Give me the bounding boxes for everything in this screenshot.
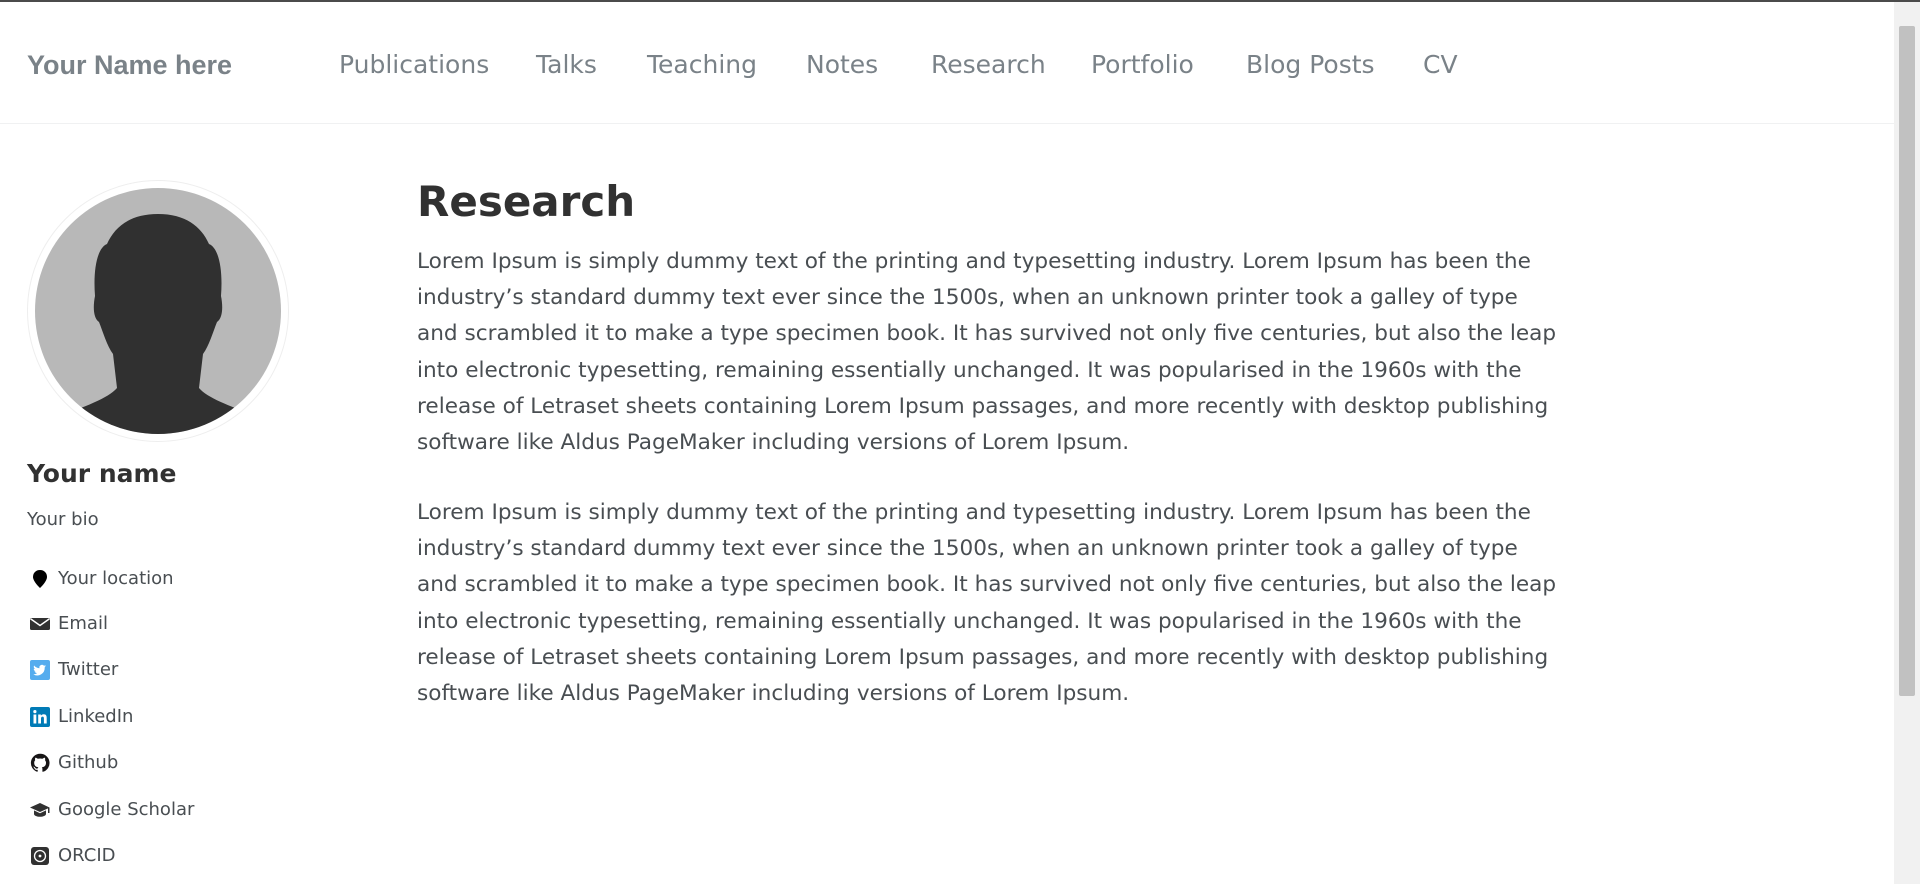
- nav-portfolio[interactable]: Portfolio: [1091, 50, 1194, 79]
- scrollbar-thumb[interactable]: [1899, 26, 1915, 696]
- github-label[interactable]: Github: [58, 750, 118, 776]
- google-scholar-label[interactable]: Google Scholar: [58, 797, 194, 823]
- page-scrollbar[interactable]: [1894, 2, 1920, 884]
- author-name: Your name: [27, 459, 177, 488]
- twitter-icon: [30, 660, 50, 680]
- orcid-icon: [31, 847, 49, 865]
- linkedin-label[interactable]: LinkedIn: [58, 704, 133, 730]
- site-title-link[interactable]: Your Name here: [27, 50, 232, 81]
- email-label[interactable]: Email: [58, 611, 108, 637]
- nav-publications[interactable]: Publications: [339, 50, 489, 79]
- envelope-icon: [30, 618, 50, 630]
- avatar-image: [35, 188, 281, 434]
- nav-blog-posts[interactable]: Blog Posts: [1246, 50, 1375, 79]
- author-bio: Your bio: [27, 509, 99, 530]
- nav-cv[interactable]: CV: [1423, 50, 1458, 79]
- person-silhouette-icon: [35, 214, 281, 434]
- linkedin-icon: [30, 707, 50, 727]
- orcid-label[interactable]: ORCID: [58, 843, 116, 869]
- nav-notes[interactable]: Notes: [806, 50, 878, 79]
- nav-research[interactable]: Research: [931, 50, 1046, 79]
- graduation-cap-icon: [30, 803, 50, 817]
- masthead: Your Name here Publications Talks Teachi…: [0, 2, 1894, 124]
- nav-talks[interactable]: Talks: [536, 50, 597, 79]
- map-marker-icon: [33, 570, 47, 588]
- nav-teaching[interactable]: Teaching: [647, 50, 757, 79]
- page-title: Research: [417, 177, 636, 226]
- location-label: Your location: [58, 568, 174, 589]
- github-icon: [30, 753, 50, 772]
- twitter-label[interactable]: Twitter: [58, 657, 118, 683]
- paragraph: Lorem Ipsum is simply dummy text of the …: [417, 249, 1557, 456]
- paragraph: Lorem Ipsum is simply dummy text of the …: [417, 500, 1557, 707]
- avatar: [27, 180, 289, 442]
